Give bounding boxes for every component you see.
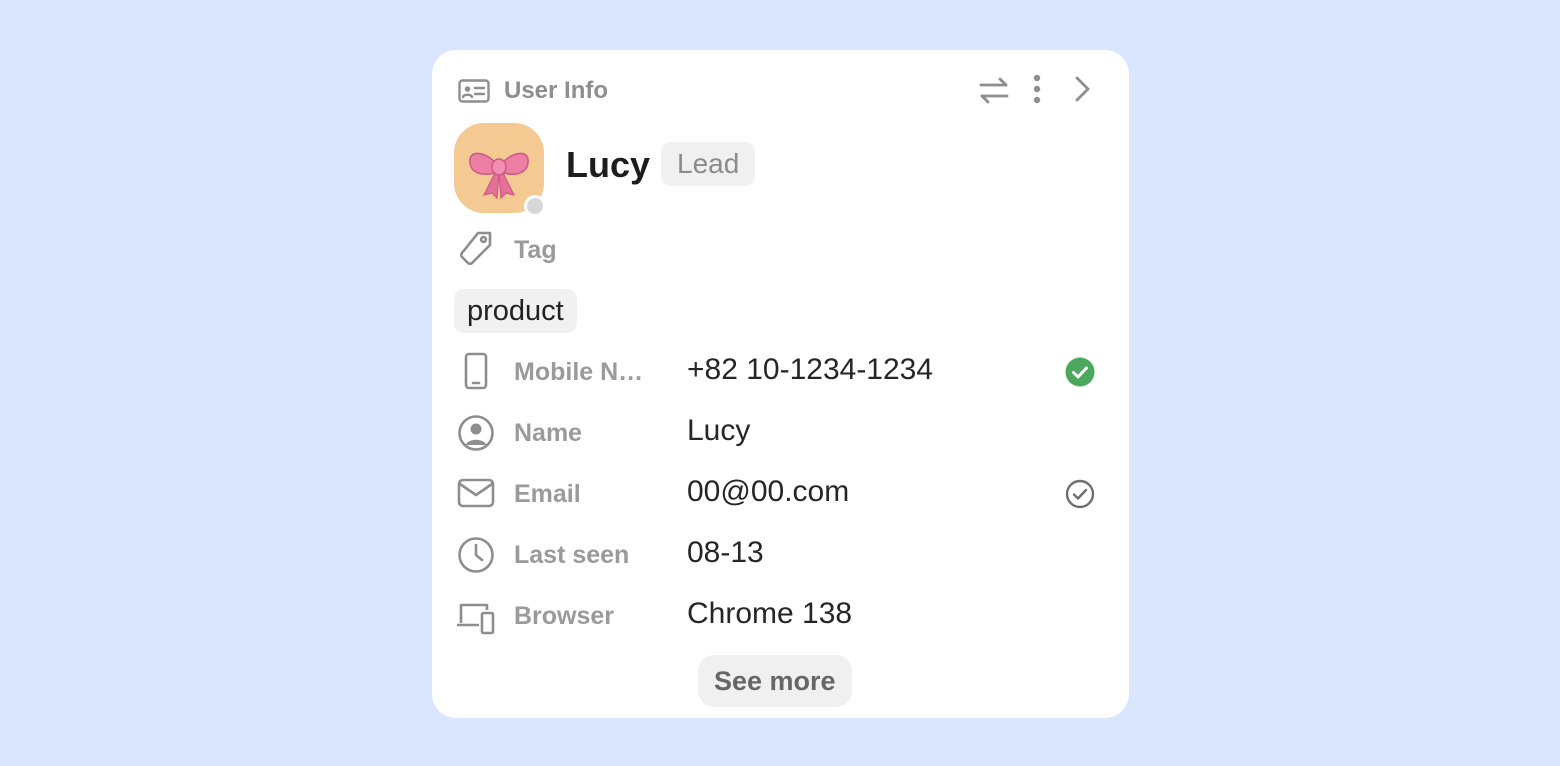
browser-label: Browser [514, 602, 615, 630]
devices-icon [455, 601, 495, 635]
more-vertical-icon[interactable] [1032, 74, 1042, 104]
last-seen-value: 08-13 [687, 536, 764, 569]
swap-arrows-icon[interactable] [978, 75, 1010, 105]
chevron-right-icon[interactable] [1072, 75, 1092, 103]
email-label: Email [514, 480, 581, 508]
id-card-icon [458, 79, 490, 103]
browser-value: Chrome 138 [687, 597, 853, 630]
card-title: User Info [504, 77, 609, 104]
email-value[interactable]: 00@00.com [687, 475, 849, 509]
mobile-phone-icon [464, 352, 488, 390]
tag-chip[interactable]: product [454, 289, 577, 333]
verified-check-icon [1065, 357, 1095, 392]
user-circle-icon [457, 414, 495, 452]
user-info-card: User Info Lucy Lead Tag product Mobile N… [432, 50, 1129, 718]
user-name: Lucy [566, 144, 651, 185]
clock-icon [457, 536, 495, 574]
email-icon [457, 478, 495, 508]
last-seen-label: Last seen [514, 541, 630, 569]
unverified-check-icon [1065, 479, 1095, 514]
see-more-button[interactable]: See more [698, 655, 852, 707]
status-dot [524, 195, 546, 217]
tag-label: Tag [514, 236, 557, 264]
mobile-label: Mobile N… [514, 358, 644, 386]
name-value[interactable]: Lucy [687, 414, 750, 448]
name-label: Name [514, 419, 583, 447]
lead-badge: Lead [661, 142, 756, 186]
tag-icon [457, 230, 495, 268]
mobile-value[interactable]: +82 10-1234-1234 [687, 353, 933, 387]
